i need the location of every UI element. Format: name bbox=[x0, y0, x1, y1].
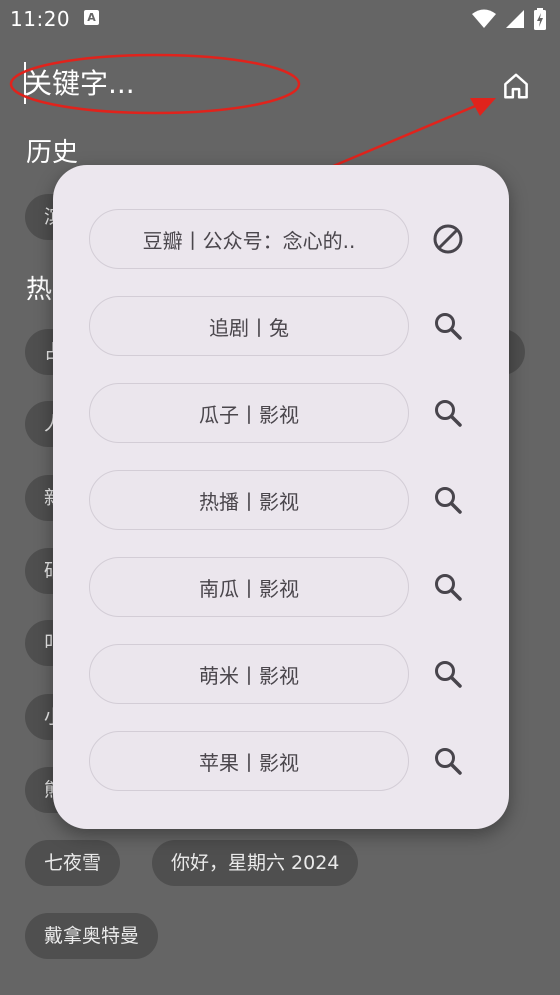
search-icon[interactable] bbox=[431, 744, 465, 778]
hot-title: 热 bbox=[26, 275, 53, 305]
search-icon[interactable] bbox=[431, 570, 465, 604]
system-icons bbox=[468, 8, 546, 30]
block-icon[interactable] bbox=[431, 222, 465, 256]
source-button[interactable]: 萌米丨影视 bbox=[89, 644, 409, 704]
a-letter-icon: A bbox=[84, 10, 99, 25]
source-row: 南瓜丨影视 bbox=[89, 557, 485, 619]
wifi-icon bbox=[471, 9, 496, 28]
source-button[interactable]: 南瓜丨影视 bbox=[89, 557, 409, 617]
search-icon[interactable] bbox=[431, 657, 465, 691]
source-button[interactable]: 苹果丨影视 bbox=[89, 731, 409, 791]
search-icon[interactable] bbox=[431, 309, 465, 343]
source-button[interactable]: 追剧丨兔 bbox=[89, 296, 409, 356]
source-select-popup: 豆瓣丨公众号：念心的.. 追剧丨兔 瓜子丨影视 热播丨影视 南瓜丨影视 萌米丨影… bbox=[53, 165, 509, 829]
source-row: 萌米丨影视 bbox=[89, 644, 485, 706]
source-row: 热播丨影视 bbox=[89, 470, 485, 532]
source-row: 追剧丨兔 bbox=[89, 296, 485, 358]
hot-chip[interactable]: 七夜雪 bbox=[25, 840, 121, 886]
annotation-ellipse bbox=[9, 53, 301, 115]
battery-charging-icon bbox=[534, 8, 546, 30]
source-button[interactable]: 热播丨影视 bbox=[89, 470, 409, 530]
history-title: 历史 bbox=[26, 138, 79, 168]
hot-chip[interactable]: 你好，星期六 2024 bbox=[152, 840, 359, 886]
status-bar: 11:20 A bbox=[0, 0, 560, 38]
source-row: 瓜子丨影视 bbox=[89, 383, 485, 445]
source-row: 苹果丨影视 bbox=[89, 731, 485, 793]
cell-signal-icon bbox=[505, 10, 524, 28]
search-icon[interactable] bbox=[431, 396, 465, 430]
source-button[interactable]: 瓜子丨影视 bbox=[89, 383, 409, 443]
search-icon[interactable] bbox=[431, 483, 465, 517]
hot-chip[interactable]: 戴拿奥特曼 bbox=[25, 913, 159, 959]
status-time: 11:20 bbox=[10, 7, 71, 31]
source-button[interactable]: 豆瓣丨公众号：念心的.. bbox=[89, 209, 409, 269]
source-row: 豆瓣丨公众号：念心的.. bbox=[89, 209, 485, 271]
